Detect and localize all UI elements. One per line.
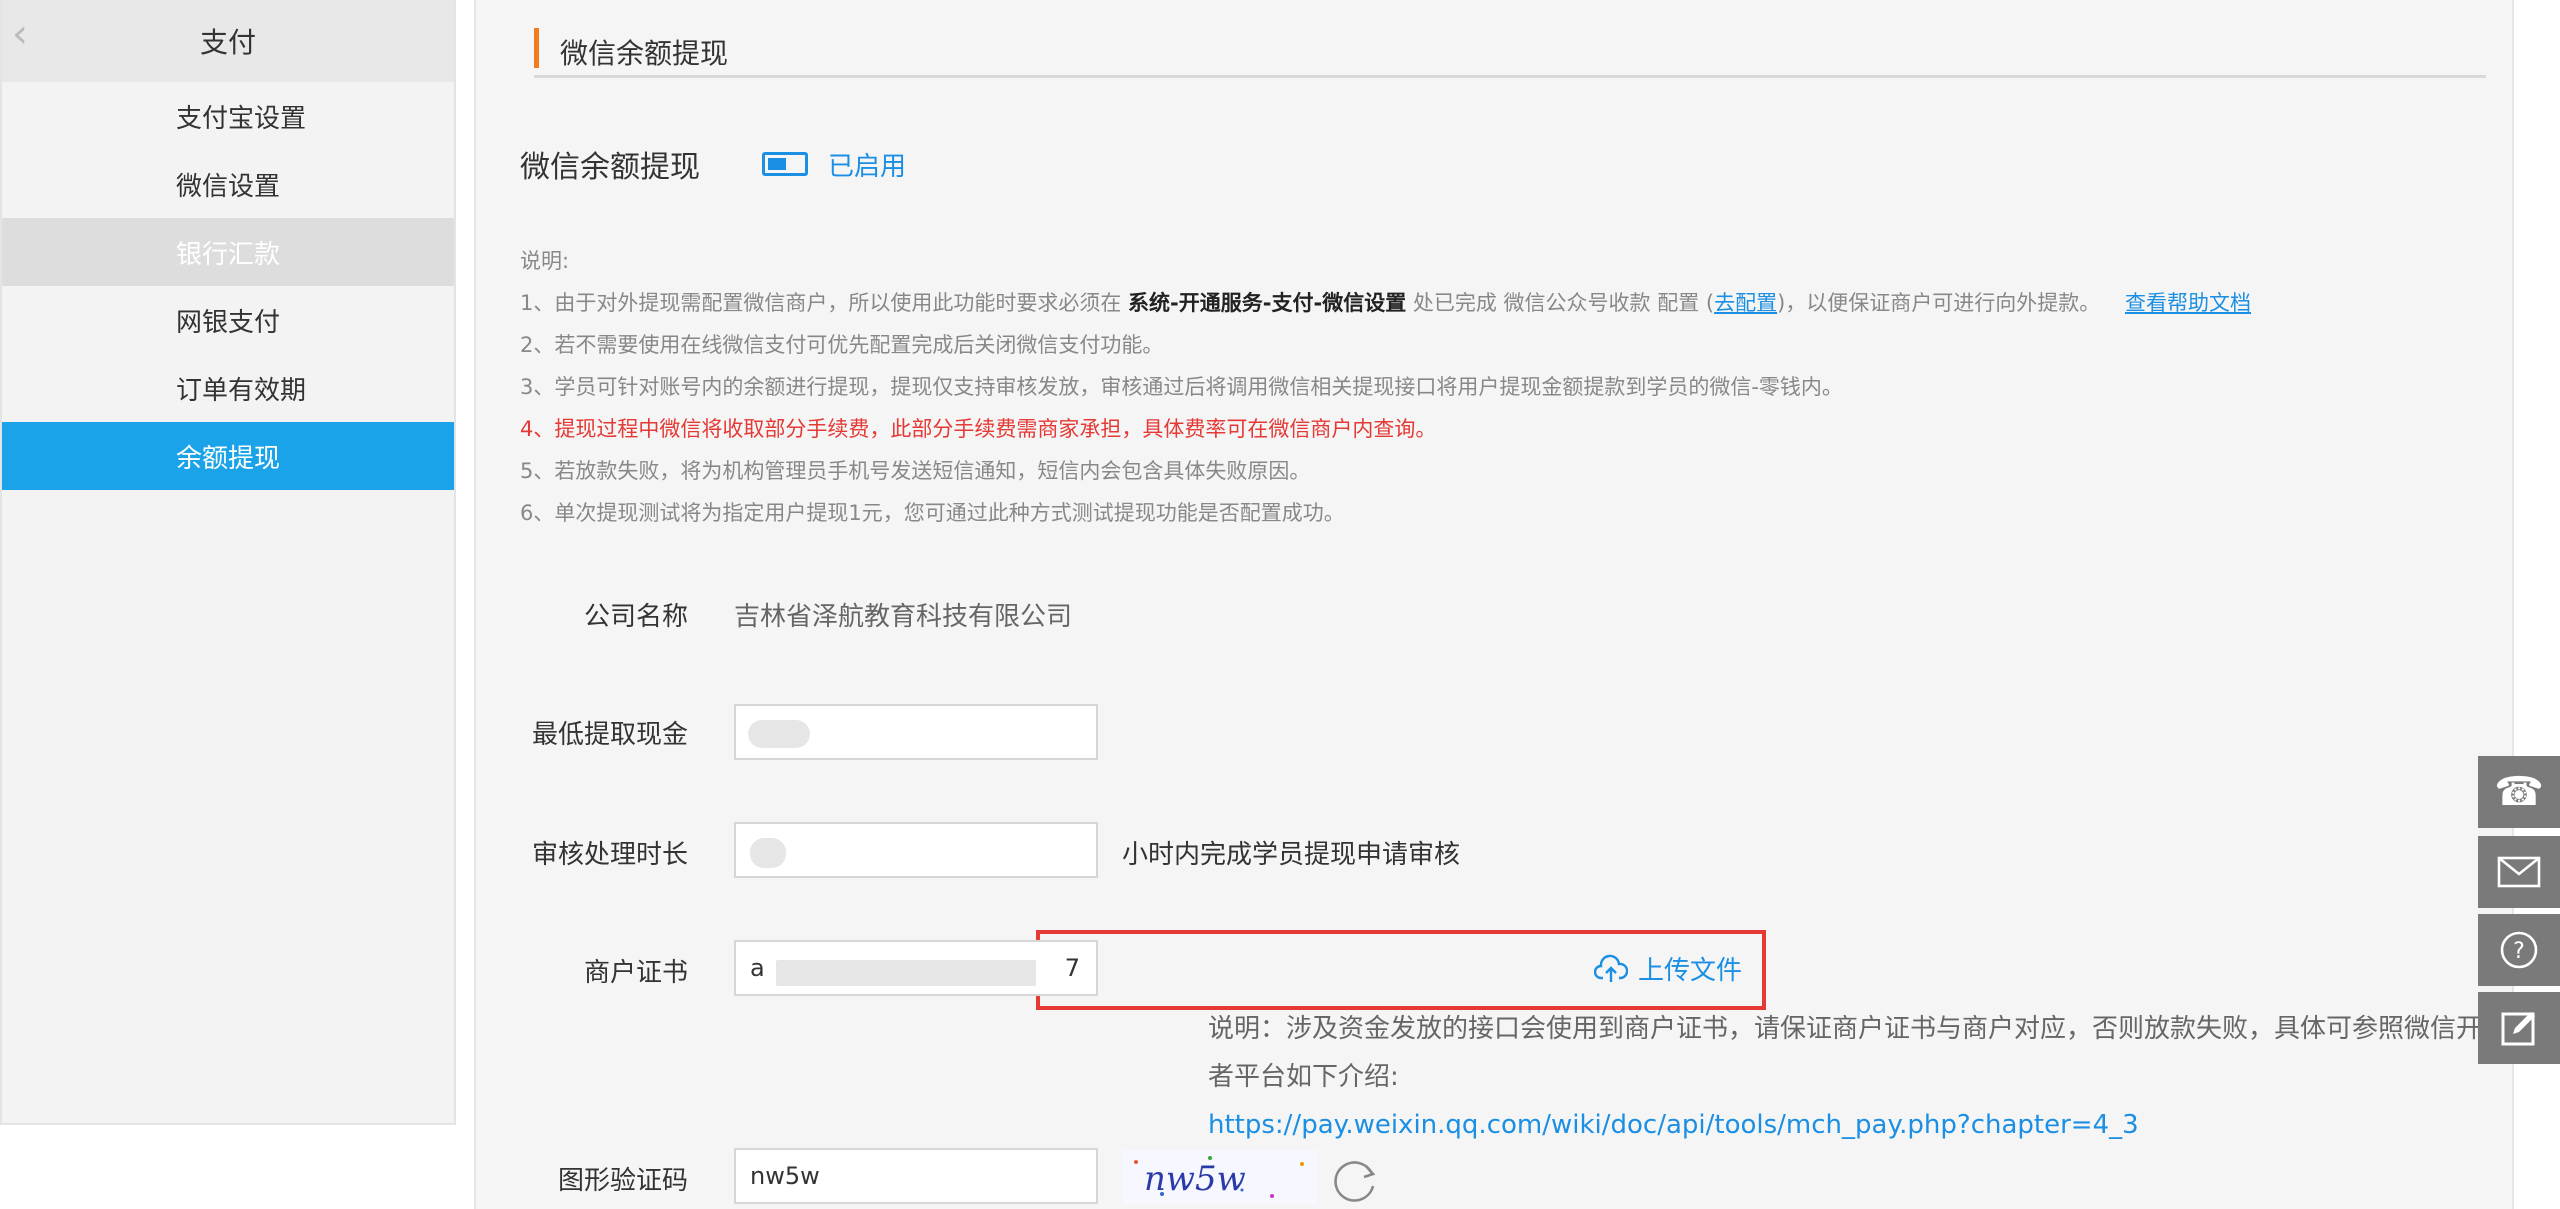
captcha-text: nw5w bbox=[1144, 1159, 1246, 1199]
sidebar-item-label: 订单有效期 bbox=[176, 375, 307, 406]
redacted-value bbox=[750, 838, 786, 868]
instruction-line-3: 3、学员可针对账号内的余额进行提现，提现仅支持审核发放，审核通过后将调用微信相关… bbox=[520, 375, 1843, 399]
sidebar-item-label: 余额提现 bbox=[176, 443, 281, 474]
instruction-line-1: 1、由于对外提现需配置微信商户，所以使用此功能时要求必须在 系统-开通服务-支付… bbox=[520, 282, 2251, 324]
instruction-line-2: 2、若不需要使用在线微信支付可优先配置完成后关闭微信支付功能。 bbox=[520, 333, 1164, 357]
feedback-edit-button[interactable] bbox=[2478, 992, 2560, 1064]
instruction-line-6: 6、单次提现测试将为指定用户提现1元，您可通过此种方式测试提现功能是否配置成功。 bbox=[520, 501, 1345, 525]
captcha-input-value: nw5w bbox=[750, 1162, 820, 1190]
section-header: 微信余额提现 bbox=[534, 28, 2486, 78]
cert-value-start: a bbox=[750, 954, 765, 982]
instruction-text: 1、由于对外提现需配置微信商户，所以使用此功能时要求必须在 bbox=[520, 291, 1129, 315]
phone-icon: ☎ bbox=[2494, 769, 2544, 815]
sidebar-item-alipay-settings[interactable]: 支付宝设置 bbox=[2, 82, 454, 150]
help-button[interactable]: ? bbox=[2478, 914, 2560, 986]
withdrawal-toggle-row: 微信余额提现 已启用 bbox=[520, 142, 906, 186]
svg-text:?: ? bbox=[2513, 939, 2525, 964]
enable-toggle-switch[interactable] bbox=[762, 152, 808, 176]
go-configure-link[interactable]: 去配置 bbox=[1714, 291, 1777, 315]
merchant-cert-input[interactable]: a 7 bbox=[734, 940, 1098, 996]
sidebar-item-wechat-settings[interactable]: 微信设置 bbox=[2, 150, 454, 218]
instructions-heading: 说明: bbox=[520, 249, 570, 273]
instruction-text: )，以便保证商户可进行向外提款。 bbox=[1777, 291, 2101, 315]
instruction-line-5: 5、若放款失败，将为机构管理员手机号发送短信通知，短信内会包含具体失败原因。 bbox=[520, 459, 1311, 483]
upload-file-button[interactable]: 上传文件 bbox=[1594, 950, 1742, 987]
section-title: 微信余额提现 bbox=[560, 37, 729, 70]
section-title-accent bbox=[534, 28, 539, 68]
review-duration-label: 审核处理时长 bbox=[532, 840, 689, 870]
back-chevron-icon[interactable]: ‹ bbox=[12, 14, 28, 54]
redacted-value bbox=[776, 960, 1036, 986]
sidebar-header: ‹ 支付 bbox=[2, 0, 454, 82]
instructions: 说明: 1、由于对外提现需配置微信商户，所以使用此功能时要求必须在 系统-开通服… bbox=[520, 240, 2251, 534]
toggle-knob bbox=[768, 158, 786, 170]
instruction-line-4-warning: 4、提现过程中微信将收取部分手续费，此部分手续费需商家承担，具体费率可在微信商户… bbox=[520, 417, 1437, 441]
captcha-input[interactable]: nw5w bbox=[734, 1148, 1098, 1204]
sidebar: ‹ 支付 支付宝设置 微信设置 银行汇款 网银支付 订单有效期 余额提现 bbox=[0, 0, 456, 1125]
refresh-captcha-icon[interactable] bbox=[1324, 1152, 1384, 1208]
sidebar-item-bank-transfer[interactable]: 银行汇款 bbox=[2, 218, 454, 286]
sidebar-item-balance-withdrawal[interactable]: 余额提现 bbox=[2, 422, 454, 490]
sidebar-title: 支付 bbox=[199, 26, 256, 59]
company-name-label: 公司名称 bbox=[584, 602, 689, 632]
upload-file-label: 上传文件 bbox=[1638, 956, 1743, 986]
phone-contact-button[interactable]: ☎ bbox=[2478, 756, 2560, 828]
captcha-image[interactable]: nw5w bbox=[1122, 1150, 1318, 1204]
help-icon: ? bbox=[2500, 931, 2538, 969]
min-cash-input[interactable] bbox=[734, 704, 1098, 760]
sidebar-item-label: 微信设置 bbox=[176, 171, 281, 202]
captcha-label: 图形验证码 bbox=[558, 1166, 689, 1196]
review-duration-input[interactable] bbox=[734, 822, 1098, 878]
merchant-cert-label: 商户证书 bbox=[584, 958, 689, 988]
wechat-pay-doc-link[interactable]: https://pay.weixin.qq.com/wiki/doc/api/t… bbox=[1208, 1110, 2139, 1140]
sidebar-item-label: 银行汇款 bbox=[176, 239, 281, 270]
instruction-text: 处已完成 微信公众号收款 配置 ( bbox=[1406, 291, 1715, 315]
main-panel: 微信余额提现 微信余额提现 已启用 说明: 1、由于对外提现需配置微信商户，所以… bbox=[474, 0, 2514, 1209]
redacted-value bbox=[748, 720, 810, 748]
company-name-value: 吉林省泽航教育科技有限公司 bbox=[734, 602, 1073, 632]
toggle-state-text: 已启用 bbox=[828, 151, 907, 182]
cert-value-end: 7 bbox=[1064, 954, 1080, 982]
mail-icon bbox=[2497, 856, 2541, 888]
min-cash-label: 最低提取现金 bbox=[532, 720, 689, 750]
sidebar-item-order-validity[interactable]: 订单有效期 bbox=[2, 354, 454, 422]
cloud-upload-icon bbox=[1594, 954, 1628, 982]
toggle-label: 微信余额提现 bbox=[520, 150, 700, 185]
mail-contact-button[interactable] bbox=[2478, 836, 2560, 908]
edit-icon bbox=[2501, 1012, 2535, 1046]
sidebar-item-online-banking[interactable]: 网银支付 bbox=[2, 286, 454, 354]
help-doc-link[interactable]: 查看帮助文档 bbox=[2125, 291, 2251, 315]
cert-description-text: 说明：涉及资金发放的接口会使用到商户证书，请保证商户证书与商户对应，否则放款失败… bbox=[1208, 1014, 2509, 1092]
review-duration-suffix: 小时内完成学员提现申请审核 bbox=[1122, 840, 1461, 870]
cert-description: 说明：涉及资金发放的接口会使用到商户证书，请保证商户证书与商户对应，否则放款失败… bbox=[1208, 1005, 2512, 1149]
sidebar-item-label: 支付宝设置 bbox=[176, 103, 307, 134]
settings-path-text: 系统-开通服务-支付-微信设置 bbox=[1128, 291, 1407, 315]
sidebar-item-label: 网银支付 bbox=[176, 307, 281, 338]
captcha-graphic: nw5w bbox=[1134, 1156, 1304, 1199]
